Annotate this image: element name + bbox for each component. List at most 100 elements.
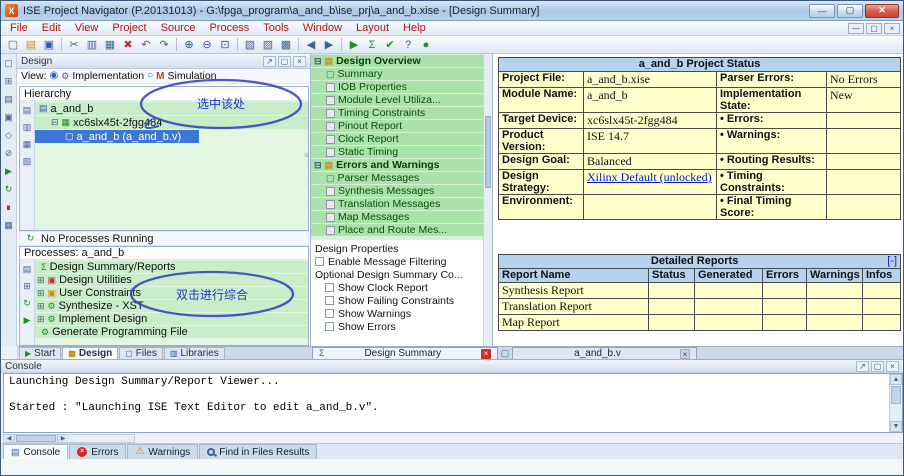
scrollbar-thumb[interactable] <box>891 386 901 404</box>
menu-view[interactable]: View <box>68 21 106 36</box>
show-errors-checkbox[interactable] <box>325 322 334 331</box>
nav-item-static-timing[interactable]: Static Timing <box>311 146 484 158</box>
title-bar[interactable]: X ISE Project Navigator (P.20131013) - G… <box>1 1 903 21</box>
cascade-windows-icon[interactable]: ▨ <box>259 37 277 53</box>
expand-icon[interactable]: ⊞ <box>37 301 45 311</box>
nav-group-design-overview[interactable]: ⊟ ▤ Design Overview <box>311 55 484 67</box>
nav-checkbox[interactable] <box>326 134 335 144</box>
collapse-icon[interactable]: ⊟ <box>314 160 322 170</box>
nav-group-errors-warnings[interactable]: ⊟ ▤ Errors and Warnings <box>311 159 484 171</box>
collapse-icon[interactable]: ⊟ <box>314 56 322 66</box>
show-errors-row[interactable]: Show Errors <box>311 320 484 333</box>
panel-float-icon[interactable]: ↗ <box>263 55 276 67</box>
menu-tools[interactable]: Tools <box>256 21 296 36</box>
edit-source-icon[interactable]: ▣ <box>2 111 15 123</box>
nav-item-synthesis-messages[interactable]: Synthesis Messages <box>311 185 484 197</box>
tab-errors[interactable]: × Errors <box>69 444 127 459</box>
run-selected-icon[interactable]: ▶ <box>21 314 34 326</box>
tree-item-device[interactable]: ⊟ ▦ xc6slx45t-2fgg484 <box>35 116 308 129</box>
tab-design[interactable]: ▩ Design <box>62 347 119 359</box>
scroll-up-icon[interactable]: ▲ <box>890 374 902 385</box>
minimize-button[interactable]: — <box>809 3 835 18</box>
copy-icon[interactable]: ▥ <box>83 37 101 53</box>
delete-icon[interactable]: ✖ <box>119 37 137 53</box>
nav-checkbox[interactable] <box>326 108 335 118</box>
menu-source[interactable]: Source <box>154 21 203 36</box>
expand-icon[interactable]: ⊞ <box>37 288 45 298</box>
enable-message-filtering-row[interactable]: Enable Message Filtering <box>311 255 484 268</box>
report-icon[interactable]: ▦ <box>2 219 15 231</box>
nav-checkbox[interactable] <box>326 186 335 196</box>
nav-item-timing-constraints[interactable]: Timing Constraints <box>311 107 484 119</box>
console-hscrollbar[interactable]: ◀ ▶ <box>3 434 135 443</box>
view-libraries-icon[interactable]: ▦ <box>21 138 34 150</box>
maximize-button[interactable]: ▢ <box>837 3 863 18</box>
new-window-icon[interactable]: ▧ <box>241 37 259 53</box>
navigate-back-icon[interactable]: ◀ <box>302 37 320 53</box>
expand-all-icon[interactable]: ⊞ <box>21 280 34 292</box>
process-design-summary[interactable]: Σ Design Summary/Reports <box>35 261 308 273</box>
console-vscrollbar[interactable]: ▲ ▼ <box>889 374 902 432</box>
collapse-icon[interactable]: ⊟ <box>51 118 59 127</box>
undo-icon[interactable]: ↶ <box>137 37 155 53</box>
run-icon[interactable]: ▶ <box>345 37 363 53</box>
help-icon[interactable]: ? <box>399 37 417 53</box>
nav-item-iob-properties[interactable]: IOB Properties <box>311 81 484 93</box>
tab-files[interactable]: ▢ Files <box>119 347 163 359</box>
view-snapshots-icon[interactable]: ▥ <box>21 121 34 133</box>
menu-process[interactable]: Process <box>202 21 256 36</box>
process-user-constraints[interactable]: ⊞ ▣ User Constraints <box>35 287 308 299</box>
console-float-icon[interactable]: ↗ <box>856 360 869 372</box>
mdi-restore-icon[interactable]: ▢ <box>866 22 882 34</box>
hierarchy-props-icon[interactable]: ▧ <box>21 155 34 167</box>
nav-item-pinout-report[interactable]: Pinout Report <box>311 120 484 132</box>
scroll-left-icon[interactable]: ◀ <box>4 435 15 442</box>
tab-console[interactable]: ▤ Console <box>3 444 69 459</box>
nav-item-summary[interactable]: ▢ Summary <box>311 68 484 80</box>
add-source-icon[interactable]: ⊞ <box>2 75 15 87</box>
run-process-icon[interactable]: ▶ <box>2 165 15 177</box>
processes-view-icon[interactable]: ▤ <box>21 263 34 275</box>
process-synthesize[interactable]: ⊞ ⚙ Synthesize - XST <box>35 300 308 312</box>
collapse-reports-link[interactable]: [-] <box>887 256 897 268</box>
tab-design-summary[interactable]: Σ Design Summary × <box>312 347 498 359</box>
mdi-minimize-icon[interactable]: — <box>848 22 864 34</box>
panel-close-icon[interactable]: × <box>293 55 306 67</box>
tab-a-and-b-v[interactable]: a_and_b.v × <box>512 347 697 359</box>
menu-file[interactable]: File <box>3 21 35 36</box>
console-maximize-icon[interactable]: ▢ <box>871 360 884 372</box>
implementation-radio[interactable]: ◉ <box>50 71 59 81</box>
new-source-icon[interactable]: ▢ <box>2 57 15 69</box>
open-project-icon[interactable]: ▤ <box>22 37 40 53</box>
mdi-close-icon[interactable]: × <box>884 22 900 34</box>
rerun-all-icon[interactable]: ↻ <box>21 297 34 309</box>
nav-checkbox[interactable] <box>326 95 335 105</box>
menu-project[interactable]: Project <box>105 21 153 36</box>
toggle-view-icon[interactable]: ◇ <box>2 129 15 141</box>
paste-icon[interactable]: ▦ <box>101 37 119 53</box>
show-clock-report-row[interactable]: Show Clock Report <box>311 281 484 294</box>
process-design-utilities[interactable]: ⊞ ▣ Design Utilities <box>35 274 308 286</box>
scroll-down-icon[interactable]: ▼ <box>890 421 902 432</box>
panel-maximize-icon[interactable]: ▢ <box>278 55 291 67</box>
redo-icon[interactable]: ↷ <box>155 37 173 53</box>
disable-icon[interactable]: ⊘ <box>2 147 15 159</box>
tree-item-project[interactable]: ▤ a_and_b <box>35 102 308 115</box>
tree-item-module[interactable]: ▢ a_and_b (a_and_b.v) <box>35 130 199 143</box>
tile-windows-icon[interactable]: ▩ <box>277 37 295 53</box>
tab-warnings[interactable]: ⚠ Warnings <box>127 444 199 459</box>
scroll-right-icon[interactable]: ▶ <box>57 435 68 442</box>
show-failing-constraints-row[interactable]: Show Failing Constraints <box>311 294 484 307</box>
close-summary-tab-icon[interactable]: × <box>481 348 491 359</box>
zoom-full-icon[interactable]: ⊡ <box>216 37 234 53</box>
show-clock-report-checkbox[interactable] <box>325 283 334 292</box>
process-implement[interactable]: ⊞ ⚙ Implement Design <box>35 313 308 325</box>
scrollbar-thumb[interactable] <box>16 435 56 442</box>
rerun-icon[interactable]: ↻ <box>2 183 15 195</box>
nav-item-par-messages[interactable]: Place and Route Mes... <box>311 224 484 236</box>
nav-item-map-messages[interactable]: Map Messages <box>311 211 484 223</box>
menu-help[interactable]: Help <box>396 21 433 36</box>
menu-layout[interactable]: Layout <box>349 21 396 36</box>
nav-item-translation-messages[interactable]: Translation Messages <box>311 198 484 210</box>
zoom-in-icon[interactable]: ⊕ <box>180 37 198 53</box>
